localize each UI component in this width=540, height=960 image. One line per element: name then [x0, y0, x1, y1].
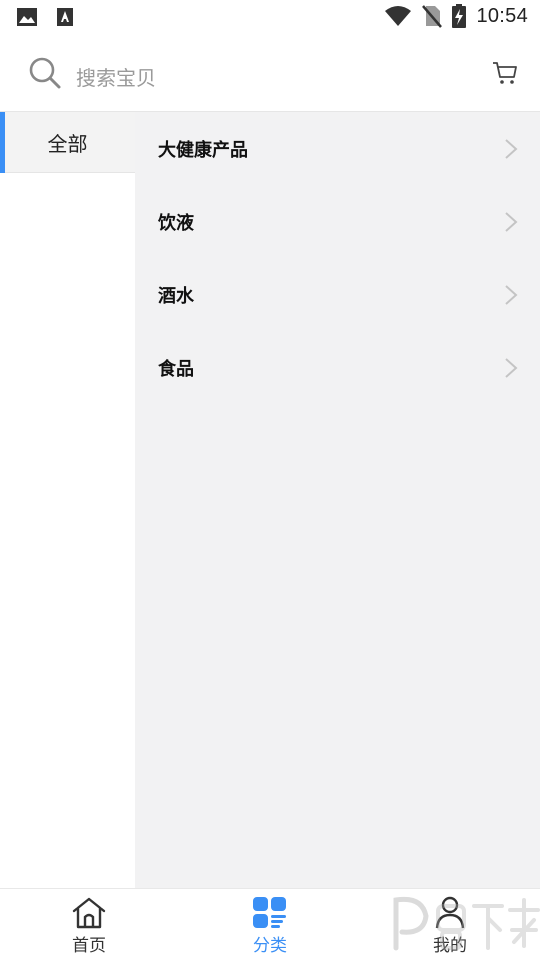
no-sim-icon — [422, 5, 443, 28]
sidebar-item-label: 全部 — [47, 131, 88, 156]
subcategory-item[interactable]: 酒水 — [135, 258, 540, 331]
category-icon — [253, 897, 286, 928]
cart-icon[interactable] — [492, 60, 518, 86]
chevron-right-icon — [505, 212, 518, 232]
status-time: 10:54 — [476, 4, 528, 27]
tab-home[interactable]: 首页 — [29, 889, 149, 960]
tab-category[interactable]: 分类 — [210, 889, 330, 960]
status-bar-left — [16, 7, 74, 27]
subcategory-label: 酒水 — [158, 285, 194, 307]
search-header: 搜索宝贝 — [0, 36, 540, 112]
subcategory-label: 食品 — [158, 358, 194, 380]
chevron-right-icon — [505, 358, 518, 378]
image-notification-icon — [17, 8, 37, 26]
wifi-icon — [385, 6, 412, 26]
search-icon[interactable] — [28, 56, 62, 90]
subcategory-item[interactable]: 大健康产品 — [135, 112, 540, 185]
chevron-right-icon — [505, 139, 518, 159]
tab-label: 分类 — [253, 936, 287, 956]
watermark-logo — [393, 896, 540, 951]
subcategory-item[interactable]: 食品 — [135, 331, 540, 404]
chevron-right-icon — [505, 285, 518, 305]
subcategory-label: 饮液 — [158, 212, 194, 234]
search-input[interactable]: 搜索宝贝 — [76, 62, 156, 91]
category-sidebar: 全部 — [0, 112, 135, 888]
subcategory-panel: 大健康产品 饮液 酒水 食品 — [135, 112, 540, 888]
home-icon — [72, 897, 106, 929]
subcategory-label: 大健康产品 — [158, 139, 248, 161]
battery-charging-icon — [452, 4, 467, 28]
subcategory-item[interactable]: 饮液 — [135, 185, 540, 258]
a-notification-icon — [57, 8, 73, 26]
status-bar: 10:54 — [0, 0, 540, 36]
sidebar-item-all[interactable]: 全部 — [0, 112, 135, 173]
tab-label: 首页 — [72, 936, 106, 956]
status-bar-right: 10:54 — [384, 4, 528, 28]
